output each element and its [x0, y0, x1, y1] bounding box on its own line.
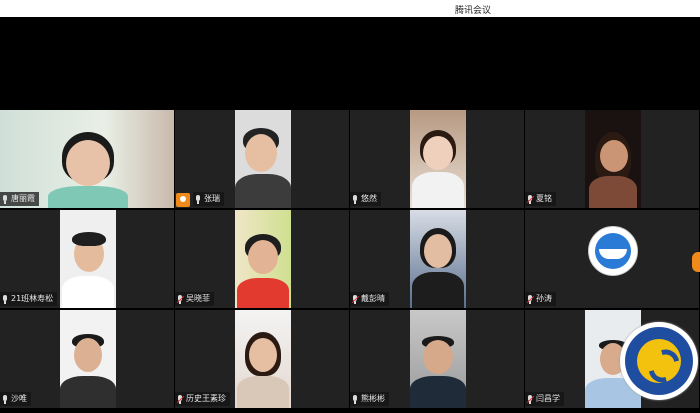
participant-tile[interactable]: 历史王素珍	[175, 310, 349, 408]
participant-label: 张瑞	[193, 192, 224, 206]
participant-video	[410, 210, 466, 308]
microphone-icon	[2, 394, 8, 404]
participant-video	[60, 210, 116, 308]
participant-label: 吴晓菲	[175, 292, 214, 306]
microphone-icon	[2, 294, 8, 304]
participant-video	[410, 310, 466, 408]
host-badge-icon	[176, 193, 190, 207]
participant-label: 悠然	[350, 192, 381, 206]
participant-video	[235, 110, 291, 208]
participant-label: 熊彬彬	[350, 392, 389, 406]
microphone-icon	[176, 394, 185, 404]
participant-tile[interactable]: 熊彬彬	[350, 310, 524, 408]
participant-name: 孙涛	[536, 294, 552, 303]
participant-name: 历史王素珍	[186, 394, 226, 403]
participant-name: 沙唯	[11, 394, 27, 403]
microphone-icon	[352, 394, 358, 404]
microphone-icon	[195, 194, 201, 204]
participant-name: 闫昌学	[536, 394, 560, 403]
participant-name: 夏铭	[536, 194, 552, 203]
microphone-icon	[526, 394, 535, 404]
microphone-icon	[352, 194, 358, 204]
participant-tile[interactable]: 戴彭晴	[350, 210, 524, 308]
participant-video	[585, 110, 641, 208]
participant-label: 沙唯	[0, 392, 31, 406]
participant-label: 历史王素珍	[175, 392, 230, 406]
participant-label: 闫昌学	[525, 392, 564, 406]
participant-label: 夏铭	[525, 192, 556, 206]
microphone-icon	[351, 294, 360, 304]
participant-tile[interactable]: 张瑞	[175, 110, 349, 208]
participant-label: 戴彭晴	[350, 292, 389, 306]
participant-label: 孙涛	[525, 292, 556, 306]
microphone-icon	[176, 294, 185, 304]
participant-tile[interactable]: 21班林寿松	[0, 210, 174, 308]
window-title: 腾讯会议	[454, 6, 491, 16]
participant-video	[235, 210, 291, 308]
microphone-icon	[526, 294, 535, 304]
participant-name: 戴彭晴	[361, 294, 385, 303]
participant-name: 21班林寿松	[11, 294, 54, 303]
participant-tile[interactable]: 沙唯	[0, 310, 174, 408]
microphone-icon	[526, 194, 535, 204]
participant-tile[interactable]: 唐丽霞	[0, 110, 174, 208]
shared-stage-area	[0, 17, 700, 110]
participant-video	[235, 310, 291, 408]
title-bar: 腾讯会议	[0, 0, 700, 17]
participant-tile[interactable]: 吴晓菲	[175, 210, 349, 308]
participant-name: 悠然	[361, 194, 377, 203]
participant-name: 唐丽霞	[11, 194, 35, 203]
participant-label: 21班林寿松	[0, 292, 58, 306]
participant-tile[interactable]: 悠然	[350, 110, 524, 208]
participant-name: 张瑞	[204, 194, 220, 203]
participant-video	[410, 110, 466, 208]
participant-video	[60, 310, 116, 408]
participant-avatar	[588, 226, 638, 276]
side-panel-tab[interactable]	[692, 252, 700, 272]
microphone-icon	[2, 194, 8, 204]
school-seal-watermark	[620, 322, 698, 400]
participant-name: 熊彬彬	[361, 394, 385, 403]
participant-tile[interactable]: 夏铭	[525, 110, 699, 208]
participant-label: 唐丽霞	[0, 192, 39, 206]
participant-name: 吴晓菲	[186, 294, 210, 303]
